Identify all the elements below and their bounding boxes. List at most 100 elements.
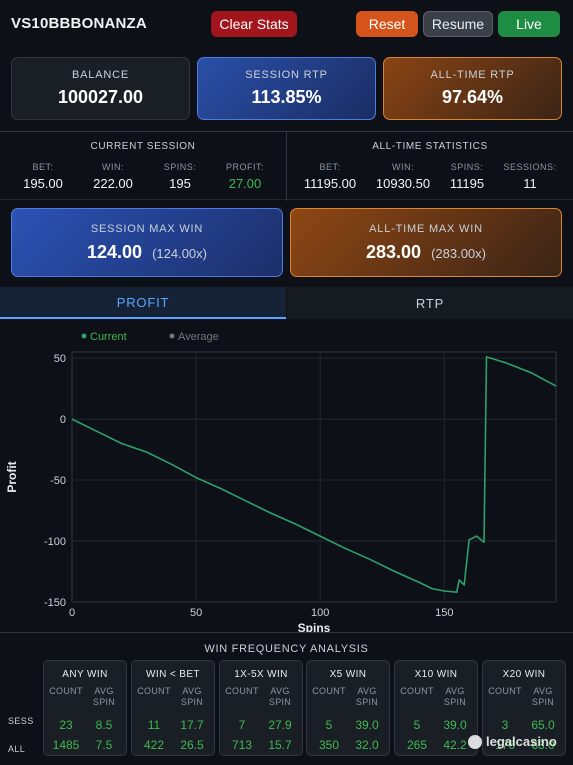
win-card-sess-avg: 39.0: [355, 718, 379, 732]
alltime-max-win-multiplier: (283.00x): [431, 245, 486, 261]
win-card-sess-count: 5: [325, 718, 333, 732]
win-card-1: WIN < BET COUNT AVG SPIN 11 17.7 422 26.5: [131, 660, 215, 756]
win-card-sess-avg: 39.0: [443, 718, 467, 732]
win-card-all-count: 422: [143, 738, 165, 752]
cs-profit-label: PROFIT:: [225, 162, 264, 172]
balance-label: BALANCE: [72, 69, 129, 81]
win-card-3: X5 WIN COUNT AVG SPIN 5 39.0 350 32.0: [306, 660, 390, 756]
at-win-value: 10930.50: [375, 176, 431, 191]
at-sessions-value: 11: [523, 176, 537, 191]
win-card-avg-header: AVG SPIN: [180, 686, 204, 707]
x-tick-label: 150: [435, 607, 453, 619]
cs-win-value: 222.00: [93, 176, 133, 191]
win-card-sess-avg: 65.0: [531, 718, 555, 732]
win-card-4: X10 WIN COUNT AVG SPIN 5 39.0 265 42.2: [394, 660, 478, 756]
x-tick-label: 100: [311, 607, 329, 619]
win-card-count-header: COUNT: [137, 686, 171, 696]
win-card-count-header: COUNT: [400, 686, 434, 696]
win-card-2: 1X-5X WIN COUNT AVG SPIN 7 27.9 713 15.7: [219, 660, 303, 756]
session-rtp-label: SESSION RTP: [245, 69, 328, 81]
header: VS10BBBONANZA Clear Stats Reset Resume L…: [0, 0, 573, 50]
cs-bet-label: BET:: [32, 162, 54, 172]
reset-button[interactable]: Reset: [356, 11, 418, 37]
y-tick-label: -150: [44, 597, 66, 609]
win-card-avg-header: AVG SPIN: [443, 686, 467, 707]
win-card-all-avg: 26.5: [180, 738, 204, 752]
legend-average-label: Average: [178, 331, 219, 343]
cs-profit-value: 27.00: [228, 176, 262, 191]
win-card-sess-count: 7: [238, 718, 246, 732]
win-card-title: 1X-5X WIN: [234, 669, 288, 680]
alltime-stats-title: ALL-TIME STATISTICS: [372, 141, 488, 152]
watermark: legalcasino: [468, 734, 557, 749]
plot-frame: [71, 351, 557, 603]
session-rtp-value: 113.85%: [251, 87, 322, 107]
win-card-title: X20 WIN: [502, 669, 546, 680]
alltime-rtp-card: ALL-TIME RTP 97.64%: [383, 57, 562, 120]
alltime-max-win-card: ALL-TIME MAX WIN 283.00 (283.00x): [290, 208, 562, 277]
win-card-title: WIN < BET: [146, 669, 200, 680]
win-card-avg-header: AVG SPIN: [355, 686, 379, 707]
win-card-sess-count: 11: [147, 718, 161, 732]
win-card-sess-count: 23: [59, 718, 73, 732]
win-card-avg-header: AVG SPIN: [92, 686, 116, 707]
at-spins-label: SPINS:: [450, 162, 484, 172]
win-card-all-count: 350: [318, 738, 340, 752]
watermark-logo-icon: [468, 734, 482, 749]
session-max-win-label: SESSION MAX WIN: [90, 222, 204, 235]
win-card-title: X10 WIN: [414, 669, 458, 680]
y-tick-label: -100: [44, 536, 66, 548]
win-card-title: ANY WIN: [62, 669, 108, 680]
win-card-all-count: 713: [231, 738, 253, 752]
alltime-rtp-value: 97.64%: [441, 87, 504, 107]
x-tick-label: 0: [69, 607, 75, 619]
stats-panel: CURRENT SESSION ALL-TIME STATISTICS BET:…: [0, 131, 573, 201]
at-win-label: WIN:: [392, 162, 414, 172]
at-bet-value: 11195.00: [303, 176, 357, 191]
series-current-line: [71, 356, 557, 594]
balance-card: BALANCE 100027.00: [11, 57, 190, 120]
clear-stats-button[interactable]: Clear Stats: [211, 11, 297, 37]
profit-chart-svg: 500-50-100-1500 50 100 150SpinsProfitCurren…: [5, 331, 557, 632]
cs-win-label: WIN:: [102, 162, 124, 172]
cs-spins-label: SPINS:: [163, 162, 197, 172]
win-card-all-count: 265: [406, 738, 428, 752]
alltime-max-win-value: 283.00: [366, 241, 422, 262]
session-max-win-value: 124.00: [87, 241, 143, 262]
y-tick-label: 50: [54, 353, 66, 365]
win-card-count-header: COUNT: [488, 686, 522, 696]
win-card-all-avg: 15.7: [268, 738, 292, 752]
chart-tabs: PROFIT RTP: [0, 287, 573, 319]
resume-button[interactable]: Resume: [423, 11, 493, 37]
y-axis-title: Profit: [5, 461, 19, 492]
at-bet-label: BET:: [319, 162, 341, 172]
win-card-all-count: 1485: [52, 738, 80, 752]
win-card-all-avg: 32.0: [355, 738, 379, 752]
session-max-win-card: SESSION MAX WIN 124.00 (124.00x): [11, 208, 283, 277]
win-card-sess-count: 3: [501, 718, 509, 732]
tab-profit[interactable]: PROFIT: [0, 287, 286, 319]
x-tick-label: 50: [190, 607, 202, 619]
win-card-sess-avg: 27.9: [268, 718, 292, 732]
session-max-win-multiplier: (124.00x): [152, 245, 207, 261]
session-rtp-card: SESSION RTP 113.85%: [197, 57, 376, 120]
win-card-count-header: COUNT: [312, 686, 346, 696]
tab-rtp[interactable]: RTP: [287, 287, 573, 319]
win-card-title: X5 WIN: [329, 669, 367, 680]
win-card-sess-avg: 17.7: [180, 718, 204, 732]
legend-current-label: Current: [90, 331, 127, 343]
y-tick-label: 0: [60, 414, 66, 426]
at-spins-value: 11195: [449, 176, 485, 191]
win-card-avg-header: AVG SPIN: [268, 686, 292, 707]
win-card-count-header: COUNT: [225, 686, 259, 696]
balance-value: 100027.00: [57, 87, 144, 107]
watermark-text: legalcasino: [486, 734, 557, 749]
current-session-title: CURRENT SESSION: [90, 141, 196, 152]
row-label-all: ALL: [8, 744, 26, 754]
win-card-sess-count: 5: [413, 718, 421, 732]
alltime-rtp-label: ALL-TIME RTP: [430, 69, 515, 81]
legend-current-marker: [81, 333, 87, 339]
win-card-sess-avg: 8.5: [95, 718, 113, 732]
alltime-max-win-label: ALL-TIME MAX WIN: [369, 222, 483, 235]
live-button[interactable]: Live: [498, 11, 560, 37]
